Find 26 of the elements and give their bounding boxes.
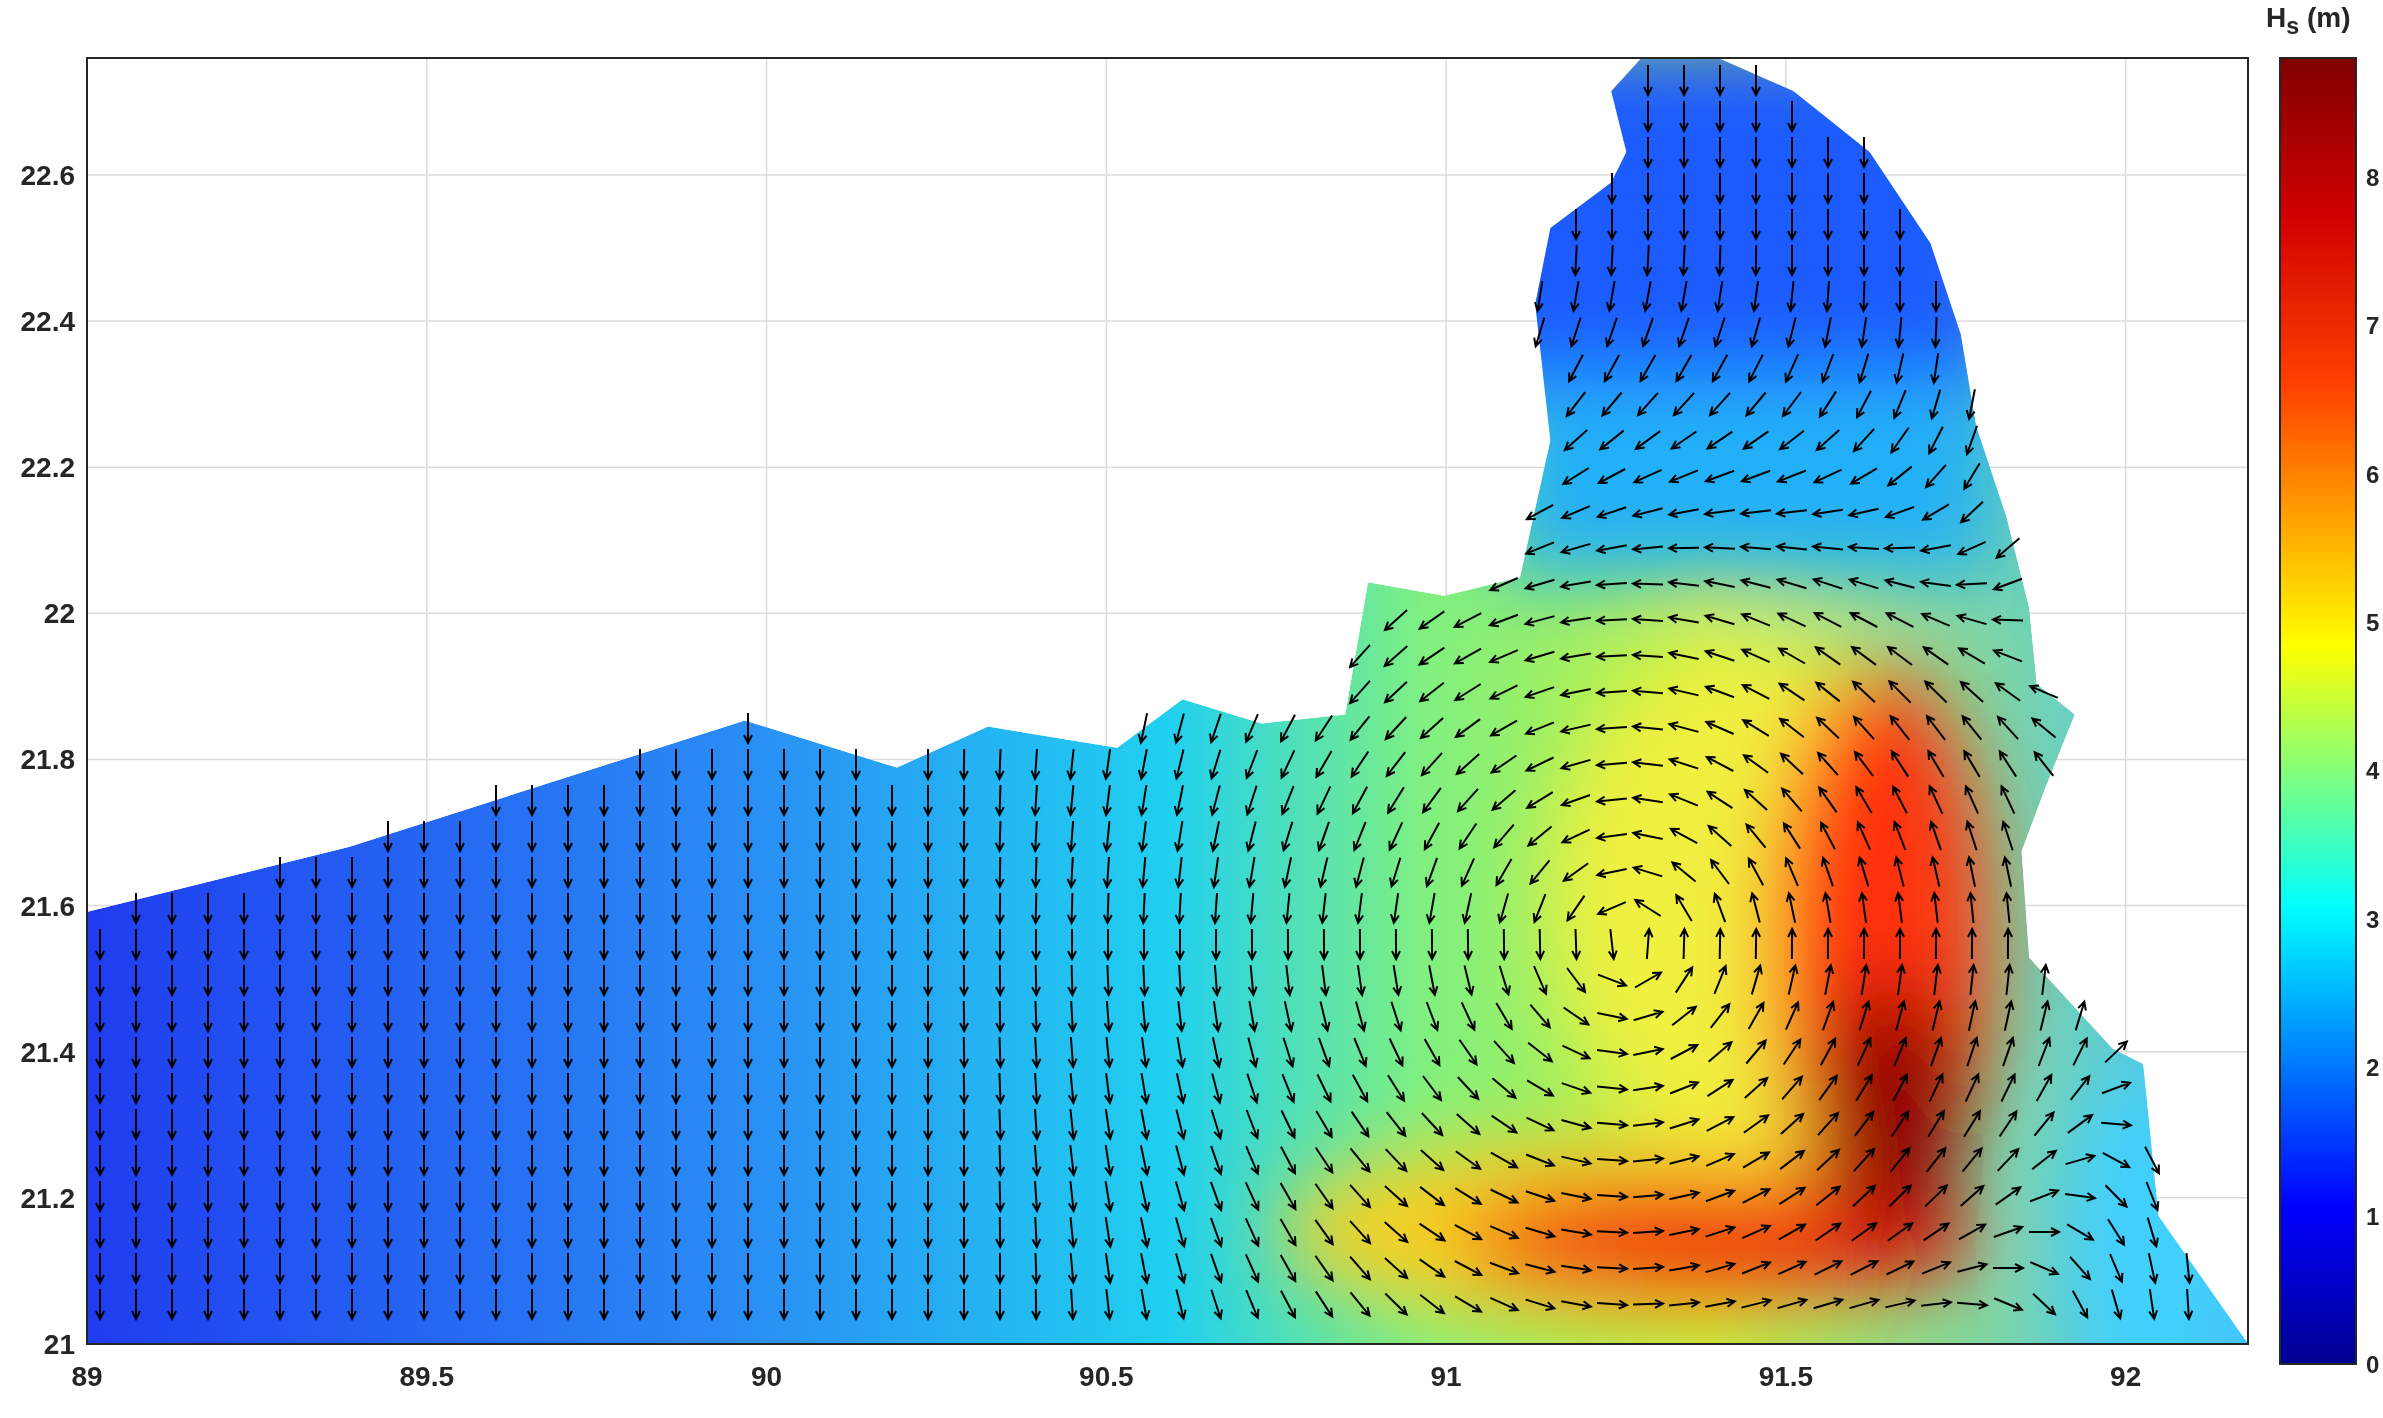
axis-tick-label: 92	[2110, 1361, 2142, 1392]
colorbar-tick-label: 1	[2366, 1202, 2380, 1230]
colorbar-tick-label: 6	[2366, 460, 2380, 488]
axis-tick-label: 89	[71, 1361, 103, 1392]
colorbar-tick-label: 7	[2366, 312, 2380, 340]
axis-tick-label: 22.6	[20, 159, 75, 191]
axis-tick-label: 91	[1430, 1361, 1462, 1392]
axis-tick-label: 21.4	[20, 1036, 75, 1068]
axis-tick-label: 22	[43, 598, 75, 630]
colorbar-tick-label: 4	[2366, 757, 2380, 785]
colorbar-tick-label: 0	[2366, 1351, 2380, 1378]
axis-tick-label: 22.2	[20, 452, 75, 484]
axis-tick-label: 21.8	[20, 744, 75, 776]
axis-tick-label: 21.6	[20, 890, 75, 922]
axis-tick-label: 22.4	[20, 306, 75, 338]
axis-tick-label: 21.2	[20, 1182, 75, 1214]
axis-tick-label: 91.5	[1758, 1361, 1814, 1392]
colorbar-tick-label: 2	[2366, 1054, 2380, 1082]
colorbar-tick-label: 8	[2366, 163, 2380, 191]
axis-tick-label: 90	[751, 1361, 783, 1392]
axis-tick-label: 89.5	[399, 1361, 455, 1392]
axis-tick-label: 21	[43, 1329, 75, 1360]
colorbar-tick-label: 5	[2366, 609, 2380, 636]
colorbar-tick-label: 3	[2366, 905, 2380, 933]
colorbar-title: H$_{s}$ (m)	[2266, 2, 2351, 40]
axis-tick-label: 90.5	[1079, 1361, 1134, 1392]
